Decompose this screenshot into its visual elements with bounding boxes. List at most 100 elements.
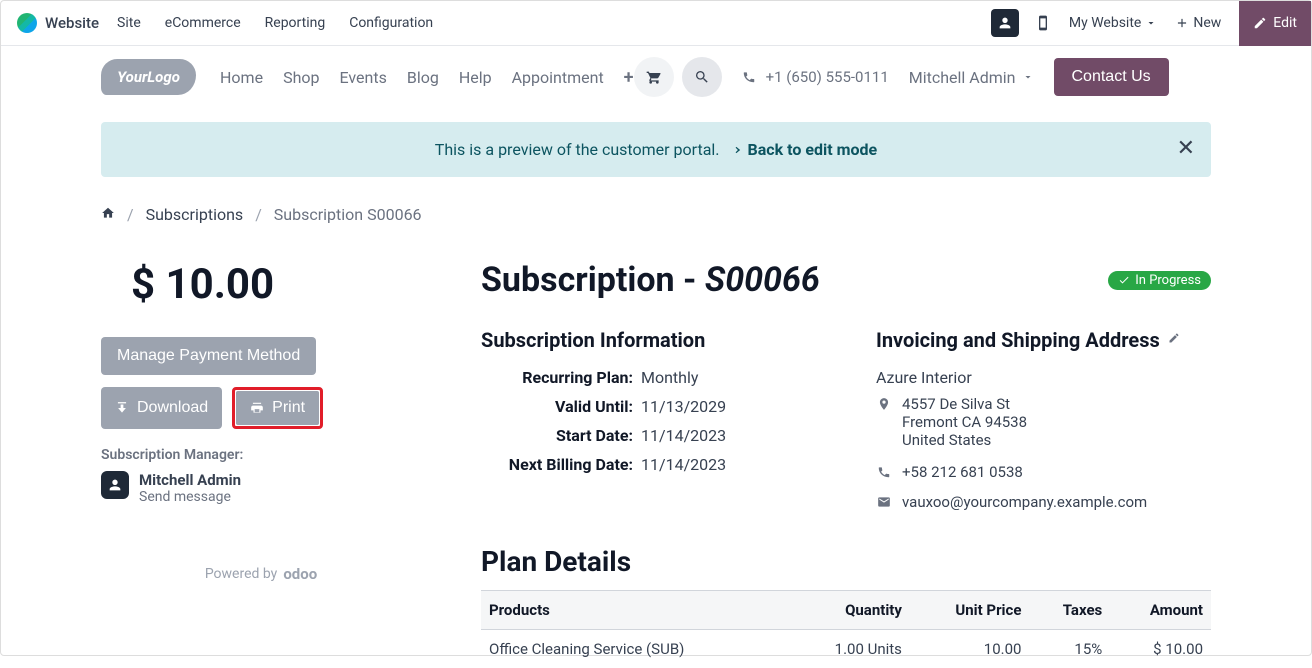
pencil-icon bbox=[1168, 332, 1180, 344]
kv-row: Valid Until:11/13/2029 bbox=[481, 397, 816, 416]
kv-val: 11/14/2023 bbox=[641, 455, 726, 474]
kv-row: Recurring Plan:Monthly bbox=[481, 368, 816, 387]
back-to-edit-link[interactable]: Back to edit mode bbox=[728, 140, 878, 159]
edit-address-button[interactable] bbox=[1168, 332, 1180, 348]
kv-val: 11/13/2029 bbox=[641, 397, 726, 416]
send-message-link[interactable]: Send message bbox=[139, 489, 241, 505]
nav-help[interactable]: Help bbox=[459, 68, 492, 87]
banner-close[interactable]: ✕ bbox=[1177, 136, 1195, 161]
address-city: Fremont CA 94538 bbox=[902, 413, 1027, 431]
brand-icon bbox=[17, 13, 37, 33]
breadcrumb-current: Subscription S00066 bbox=[274, 205, 422, 224]
mobile-icon bbox=[1035, 15, 1051, 31]
cell-unit: 10.00 bbox=[910, 630, 1030, 668]
nav-blog[interactable]: Blog bbox=[407, 68, 439, 87]
contact-us-button[interactable]: Contact Us bbox=[1054, 58, 1169, 96]
header-phone-text: +1 (650) 555-0111 bbox=[766, 68, 889, 86]
breadcrumb-home[interactable] bbox=[101, 205, 115, 224]
menu-configuration[interactable]: Configuration bbox=[349, 15, 433, 31]
nav-events[interactable]: Events bbox=[339, 68, 386, 87]
manager-label: Subscription Manager: bbox=[101, 447, 421, 463]
address-line: 4557 De Silva St Fremont CA 94538 United… bbox=[876, 395, 1211, 449]
kv-key: Next Billing Date: bbox=[481, 455, 641, 474]
title-ref: S00066 bbox=[705, 260, 820, 300]
kv-row: Next Billing Date:11/14/2023 bbox=[481, 455, 816, 474]
kv-key: Start Date: bbox=[481, 426, 641, 445]
person-icon bbox=[107, 477, 123, 493]
main-content: $ 10.00 Manage Payment Method Download P… bbox=[101, 260, 1211, 668]
download-icon bbox=[115, 401, 129, 415]
th-taxes: Taxes bbox=[1029, 591, 1110, 630]
brand-label: Website bbox=[45, 14, 99, 32]
print-icon bbox=[250, 401, 264, 415]
search-button[interactable] bbox=[682, 57, 722, 97]
user-dropdown[interactable]: Mitchell Admin bbox=[909, 68, 1034, 87]
home-icon bbox=[101, 206, 115, 220]
new-label: New bbox=[1193, 15, 1221, 31]
search-icon bbox=[694, 69, 710, 85]
phone-icon bbox=[876, 465, 892, 483]
address-street: 4557 De Silva St bbox=[902, 395, 1027, 413]
address-info: Invoicing and Shipping Address Azure Int… bbox=[876, 328, 1211, 517]
print-button[interactable]: Print bbox=[236, 391, 319, 425]
site-logo[interactable]: YourLogo bbox=[101, 59, 196, 95]
plan-details-heading: Plan Details bbox=[481, 545, 1211, 578]
user-name-label: Mitchell Admin bbox=[909, 68, 1016, 87]
powered-by: Powered by odoo bbox=[101, 565, 421, 583]
powered-label: Powered by bbox=[205, 566, 278, 582]
edit-label: Edit bbox=[1273, 15, 1297, 31]
address-country: United States bbox=[902, 431, 1027, 449]
user-avatar[interactable] bbox=[991, 9, 1019, 37]
phone-icon bbox=[742, 70, 756, 84]
subscription-price: $ 10.00 bbox=[131, 260, 421, 309]
cart-icon bbox=[646, 69, 662, 85]
cell-tax: 15% bbox=[1029, 630, 1110, 668]
kv-val: Monthly bbox=[641, 368, 698, 387]
nav-home[interactable]: Home bbox=[220, 68, 263, 87]
odoo-logo: odoo bbox=[283, 565, 317, 583]
address-phone: +58 212 681 0538 bbox=[876, 463, 1211, 483]
map-pin-icon bbox=[876, 397, 892, 415]
print-highlight: Print bbox=[232, 387, 323, 429]
nav-shop[interactable]: Shop bbox=[283, 68, 319, 87]
banner-text: This is a preview of the customer portal… bbox=[435, 140, 720, 159]
download-button[interactable]: Download bbox=[101, 387, 222, 429]
manager-avatar bbox=[101, 471, 129, 499]
breadcrumb-subscriptions[interactable]: Subscriptions bbox=[146, 205, 244, 224]
kv-row: Start Date:11/14/2023 bbox=[481, 426, 816, 445]
page-title: Subscription - S00066 bbox=[481, 260, 820, 300]
th-quantity: Quantity bbox=[789, 591, 910, 630]
th-unit-price: Unit Price bbox=[910, 591, 1030, 630]
right-column: Subscription - S00066 In Progress Subscr… bbox=[481, 260, 1211, 668]
menu-ecommerce[interactable]: eCommerce bbox=[165, 15, 241, 31]
cell-amount: $ 10.00 bbox=[1110, 630, 1211, 668]
mobile-preview-button[interactable] bbox=[1035, 15, 1051, 31]
app-brand[interactable]: Website bbox=[17, 13, 99, 33]
table-header-row: Products Quantity Unit Price Taxes Amoun… bbox=[481, 591, 1211, 630]
menu-site[interactable]: Site bbox=[117, 15, 141, 31]
edit-button[interactable]: Edit bbox=[1239, 1, 1311, 46]
breadcrumb-sep: / bbox=[255, 205, 262, 224]
my-website-dropdown[interactable]: My Website bbox=[1069, 15, 1157, 31]
address-heading-text: Invoicing and Shipping Address bbox=[876, 328, 1160, 352]
th-amount: Amount bbox=[1110, 591, 1211, 630]
address-heading: Invoicing and Shipping Address bbox=[876, 328, 1211, 352]
nav-appointment[interactable]: Appointment bbox=[512, 68, 604, 87]
kv-key: Recurring Plan: bbox=[481, 368, 641, 387]
nav-add[interactable]: + bbox=[624, 67, 634, 88]
header-phone: +1 (650) 555-0111 bbox=[742, 68, 889, 86]
new-button[interactable]: New bbox=[1175, 15, 1221, 31]
manager-row: Mitchell Admin Send message bbox=[101, 471, 421, 505]
address-email-text: vauxoo@yourcompany.example.com bbox=[902, 493, 1147, 511]
check-icon bbox=[1118, 274, 1130, 286]
manage-payment-button[interactable]: Manage Payment Method bbox=[101, 337, 316, 375]
cart-button[interactable] bbox=[634, 57, 674, 97]
caret-down-icon bbox=[1145, 17, 1157, 29]
pencil-icon bbox=[1253, 16, 1267, 30]
site-navbar: YourLogo Home Shop Events Blog Help Appo… bbox=[1, 46, 1311, 108]
manager-name: Mitchell Admin bbox=[139, 471, 241, 489]
cell-qty: 1.00 Units bbox=[789, 630, 910, 668]
title-prefix: Subscription - bbox=[481, 260, 705, 300]
menu-reporting[interactable]: Reporting bbox=[265, 15, 326, 31]
th-products: Products bbox=[481, 591, 789, 630]
